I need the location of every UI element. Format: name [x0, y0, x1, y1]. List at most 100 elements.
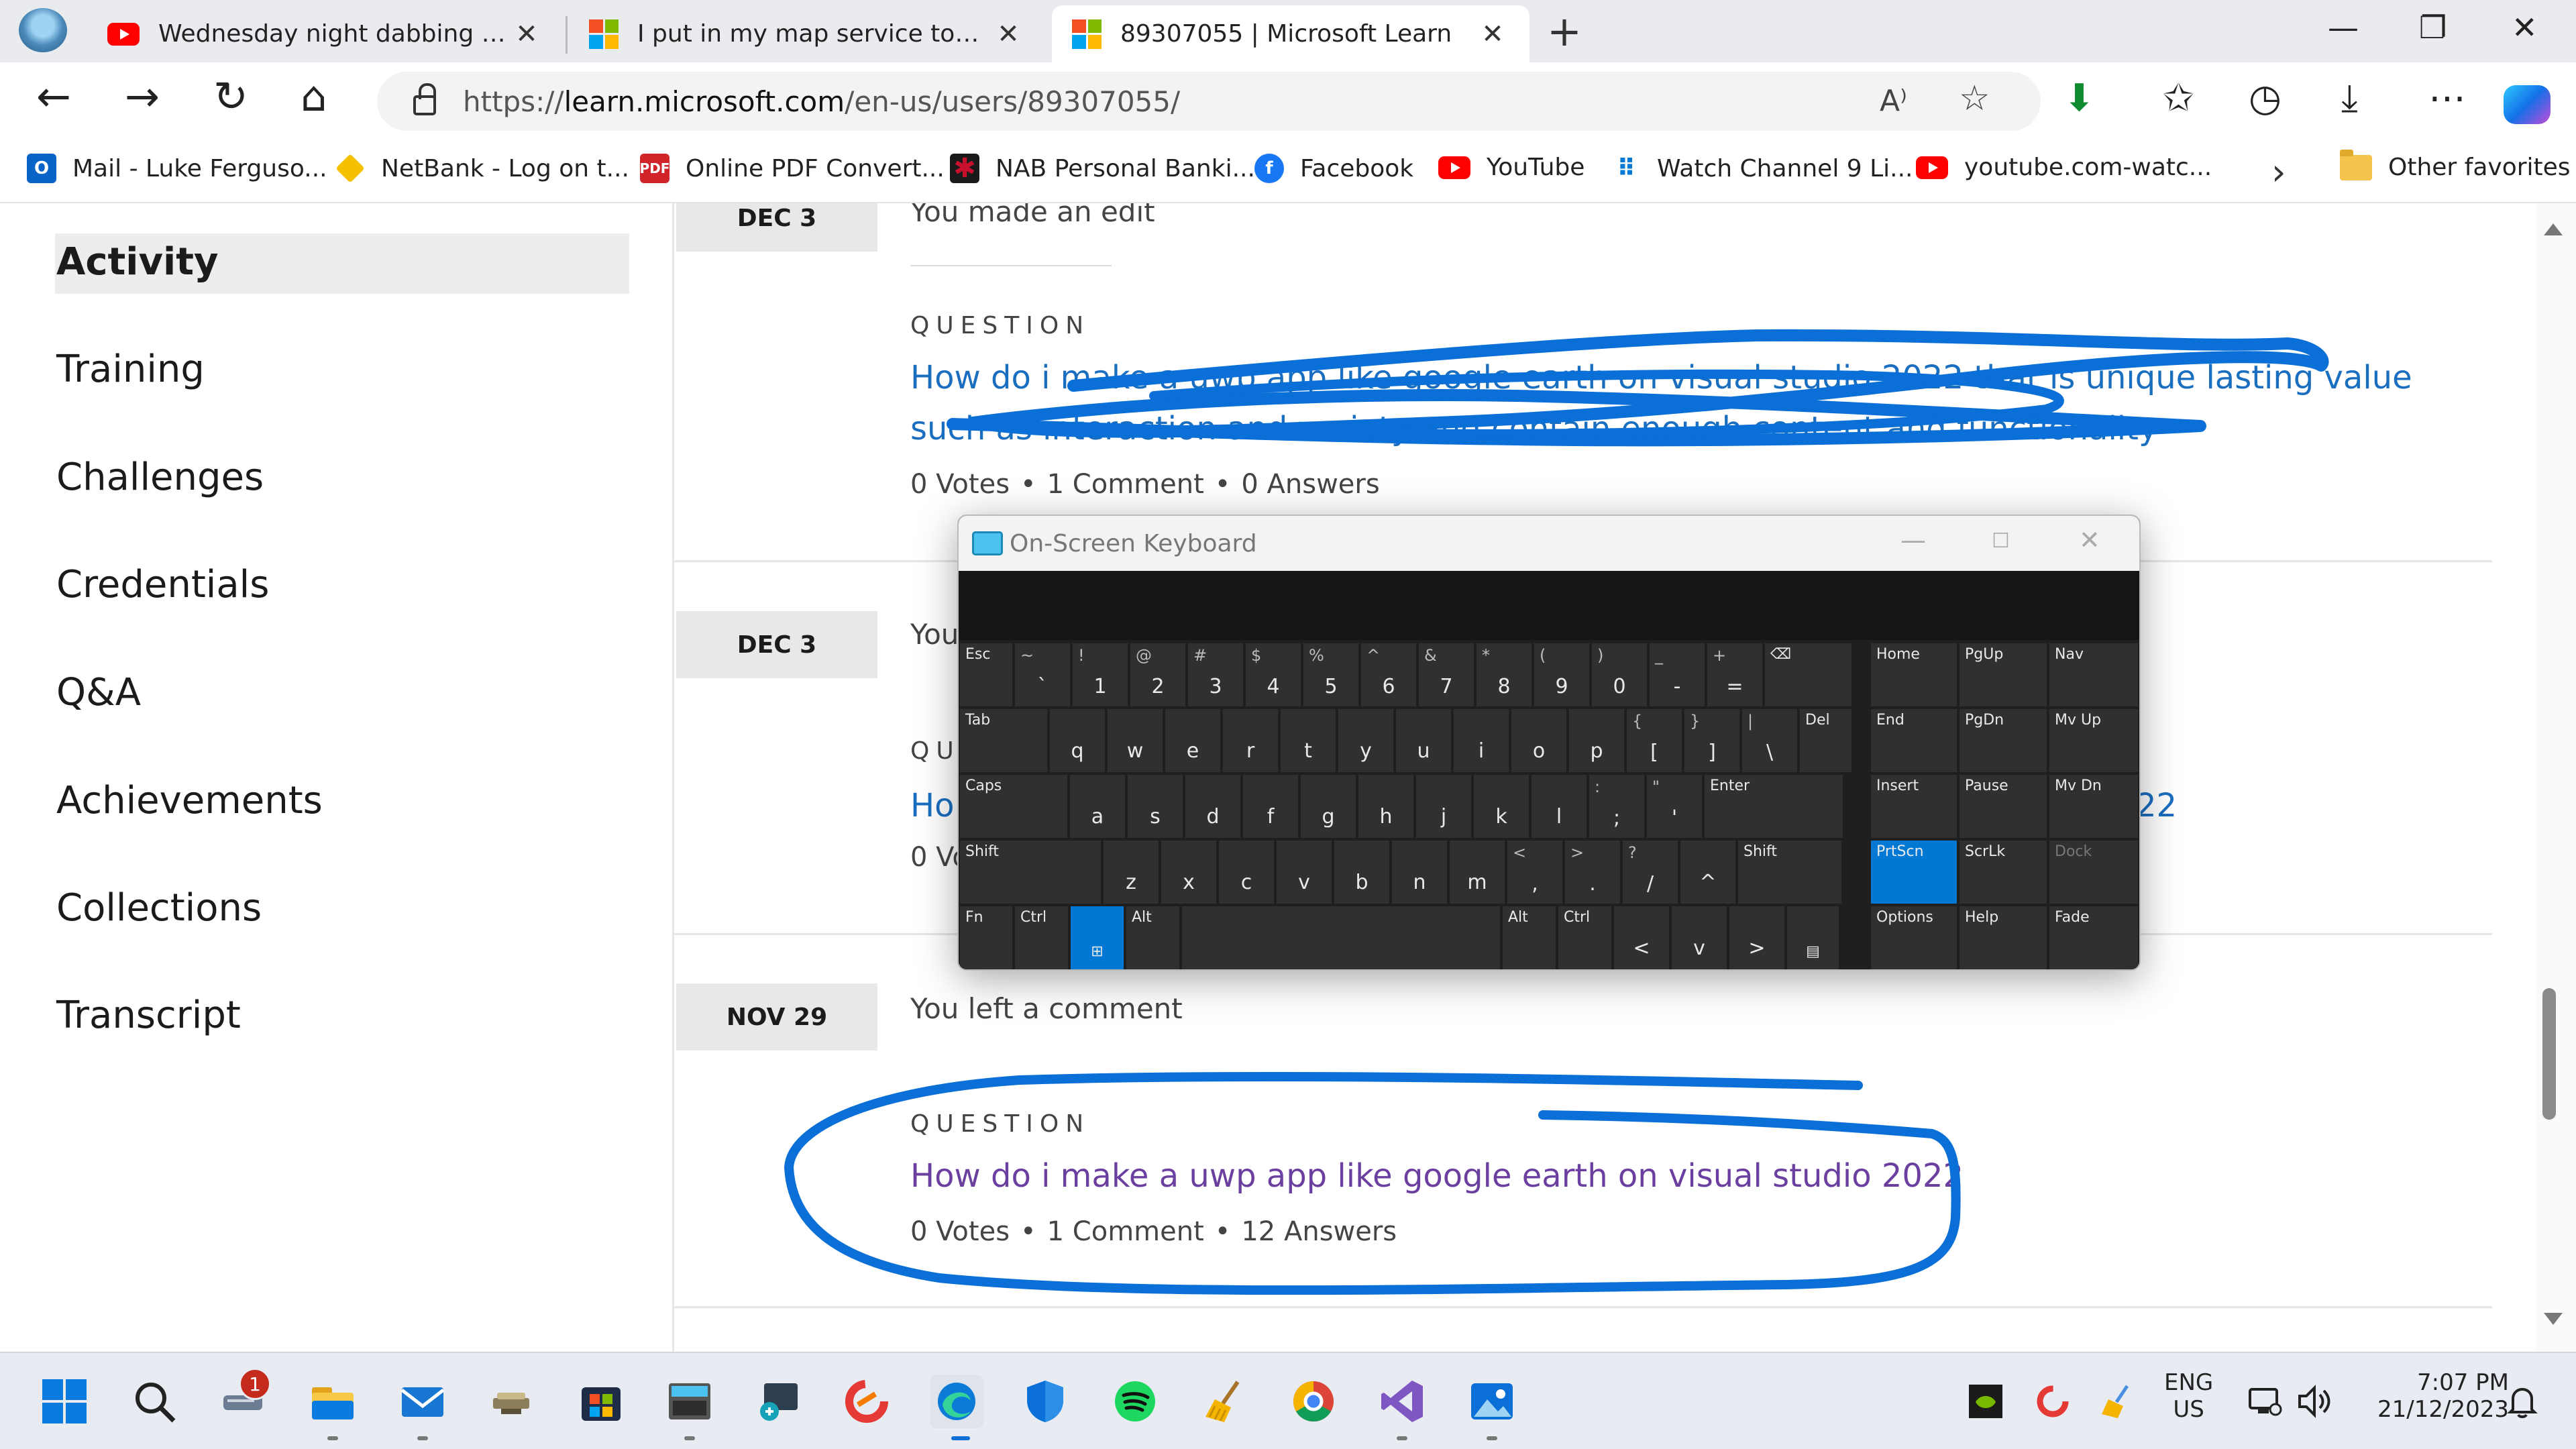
key-row3-10[interactable]: ? / — [1623, 841, 1678, 904]
key-caps-row2-0[interactable]: Caps — [960, 775, 1067, 838]
clock[interactable]: 7:07 PM 21/12/2023 — [2361, 1369, 2509, 1423]
key-o-row1-9[interactable]: o — [1511, 709, 1566, 772]
sidebar-item-training[interactable]: Training — [56, 347, 205, 391]
mail-icon[interactable] — [396, 1375, 449, 1428]
key-v-row3-4[interactable]: v — [1277, 841, 1332, 904]
key-c-row3-3[interactable]: c — [1219, 841, 1274, 904]
sidebar-item-activity[interactable]: Activity — [56, 240, 218, 284]
favorite-star-icon[interactable]: ☆ — [1959, 78, 1990, 119]
nav-key-end[interactable]: End — [1871, 709, 1957, 772]
sidebar-item-challenges[interactable]: Challenges — [56, 455, 264, 499]
ccleaner-tray-icon[interactable] — [2026, 1375, 2080, 1428]
key-symbol-row3-11[interactable]: ^ — [1680, 841, 1735, 904]
key-esc-row0-0[interactable]: Esc — [960, 643, 1012, 706]
key-s-row2-2[interactable]: s — [1128, 775, 1183, 838]
favorite-youtube[interactable]: YouTube — [1438, 154, 1585, 181]
favorite-netbank[interactable]: NetBank - Log on t... — [335, 154, 629, 183]
favorite-youtube-watch[interactable]: youtube.com-watc... — [1916, 154, 2212, 181]
key-row0-3[interactable]: @2 — [1130, 643, 1185, 706]
sidebar-item-transcript[interactable]: Transcript — [56, 994, 241, 1037]
file-explorer-icon[interactable] — [306, 1375, 360, 1428]
nav-key-dock[interactable]: Dock — [2049, 841, 2138, 904]
profile-avatar[interactable] — [19, 8, 67, 52]
key-v-row4-8[interactable]: v — [1672, 906, 1727, 969]
key-row0-10[interactable]: (9 — [1534, 643, 1589, 706]
key-shift-row3-12[interactable]: Shift — [1738, 841, 1841, 904]
nav-key-insert[interactable]: Insert — [1871, 775, 1957, 838]
key-l-row2-9[interactable]: l — [1532, 775, 1587, 838]
favorite-nab[interactable]: ✱ NAB Personal Banki... — [950, 153, 1255, 184]
nav-key-pgup[interactable]: PgUp — [1960, 643, 2047, 706]
key-z-row3-1[interactable]: z — [1104, 841, 1159, 904]
key-symbol-row4-9[interactable]: > — [1729, 906, 1784, 969]
key-symbol-row0-14[interactable]: ⌫ — [1765, 643, 1851, 706]
notification-bell-icon[interactable] — [2496, 1375, 2549, 1428]
favorite-mail[interactable]: O Mail - Luke Ferguso... — [27, 154, 327, 183]
new-tab-button[interactable]: + — [1547, 7, 1582, 56]
downloads-icon[interactable]: ⤓ — [2341, 80, 2358, 117]
network-icon[interactable] — [2238, 1375, 2292, 1428]
key-p-row1-10[interactable]: p — [1569, 709, 1624, 772]
favorite-facebook[interactable]: f Facebook — [1254, 154, 1413, 183]
key-ctrl-row4-1[interactable]: Ctrl — [1015, 906, 1068, 969]
key-t-row1-5[interactable]: t — [1281, 709, 1336, 772]
scroll-down-arrow-icon[interactable] — [2544, 1313, 2563, 1325]
ccleaner-icon[interactable] — [840, 1375, 894, 1428]
close-tab-icon[interactable]: ✕ — [1476, 19, 1509, 50]
chevron-right-icon[interactable]: › — [2271, 151, 2286, 193]
key-m-row3-7[interactable]: m — [1450, 841, 1505, 904]
home-button[interactable]: ⌂ — [301, 76, 327, 117]
nvidia-icon[interactable] — [1959, 1375, 2012, 1428]
key-row0-12[interactable]: _ - — [1650, 643, 1705, 706]
download-extension-icon[interactable]: ⬇ — [2063, 80, 2095, 117]
key-row0-9[interactable]: * 8 — [1477, 643, 1532, 706]
photos-icon[interactable] — [1465, 1375, 1519, 1428]
defender-icon[interactable] — [1018, 1375, 1072, 1428]
key-row0-8[interactable]: & 7 — [1419, 643, 1474, 706]
key-row0-13[interactable]: + = — [1707, 643, 1762, 706]
question-title-link[interactable]: How do i make a uwp app like google eart… — [910, 1150, 2420, 1201]
key-row1-11[interactable]: {[ — [1627, 709, 1682, 772]
restore-button[interactable]: ❐ — [2419, 9, 2447, 46]
osk-close-button[interactable]: ✕ — [2079, 525, 2100, 555]
search-icon[interactable] — [127, 1375, 181, 1428]
copilot-icon[interactable] — [2504, 85, 2551, 124]
key-k-row2-8[interactable]: k — [1474, 775, 1529, 838]
windows-key[interactable]: ⊞ — [1071, 906, 1124, 969]
key-shift-row3-0[interactable]: Shift — [960, 841, 1101, 904]
key-a-row2-1[interactable]: a — [1070, 775, 1125, 838]
language-indicator[interactable]: ENG US — [2164, 1369, 2213, 1423]
key-fn-row4-0[interactable]: Fn — [960, 906, 1012, 969]
key-g-row2-5[interactable]: g — [1301, 775, 1356, 838]
osk-titlebar[interactable]: On-Screen Keyboard — ☐ ✕ — [959, 516, 2139, 571]
key-symbol-row4-10[interactable]: ▤ — [1787, 906, 1839, 969]
key-e-row1-3[interactable]: e — [1165, 709, 1220, 772]
nav-key-nav[interactable]: Nav — [2049, 643, 2138, 706]
key-u-row1-7[interactable]: u — [1396, 709, 1451, 772]
key-q-row1-1[interactable]: q — [1050, 709, 1105, 772]
question-title-link[interactable]: How do i make a uwp app like google eart… — [910, 352, 2420, 454]
key-f-row2-4[interactable]: f — [1243, 775, 1298, 838]
nav-key-mv-up[interactable]: Mv Up — [2049, 709, 2138, 772]
close-tab-icon[interactable]: ✕ — [510, 19, 543, 50]
key-i-row1-8[interactable]: i — [1454, 709, 1509, 772]
sidebar-item-collections[interactable]: Collections — [56, 886, 262, 930]
question-title-link[interactable]: Ho — [910, 780, 964, 831]
key-enter-row2-12[interactable]: Enter — [1705, 775, 1843, 838]
key-row0-5[interactable]: $4 — [1246, 643, 1301, 706]
nav-key-options[interactable]: Options — [1871, 906, 1957, 969]
start-icon[interactable] — [38, 1375, 91, 1428]
key-h-row2-6[interactable]: h — [1358, 775, 1413, 838]
key-alt-row4-5[interactable]: Alt — [1503, 906, 1556, 969]
nav-key-mv-dn[interactable]: Mv Dn — [2049, 775, 2138, 838]
spotify-icon[interactable] — [1108, 1375, 1162, 1428]
spacebar-key[interactable] — [1182, 906, 1500, 969]
store-icon[interactable] — [574, 1375, 628, 1428]
cleanup-icon[interactable] — [484, 1375, 538, 1428]
minimize-button[interactable]: — — [2328, 9, 2359, 46]
sidebar-item-achievements[interactable]: Achievements — [56, 779, 323, 822]
chrome-icon[interactable] — [1287, 1375, 1340, 1428]
key-tab-row1-0[interactable]: Tab — [960, 709, 1047, 772]
key-del-row1-14[interactable]: Del — [1800, 709, 1851, 772]
key-row3-8[interactable]: <, — [1507, 841, 1562, 904]
